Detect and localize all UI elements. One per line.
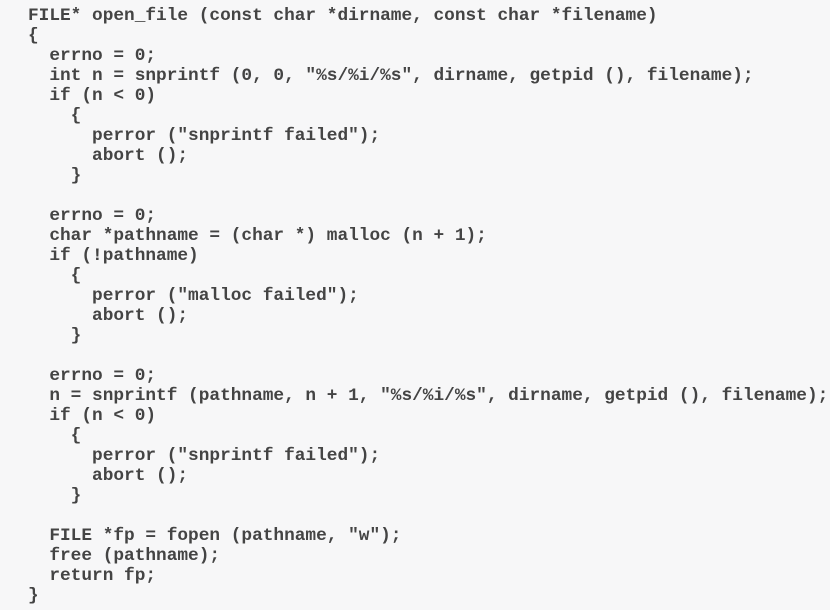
code-line: FILE *fp = fopen (pathname, "w"); bbox=[28, 526, 402, 546]
code-line: perror ("snprintf failed"); bbox=[28, 126, 381, 146]
code-line: { bbox=[28, 426, 82, 446]
code-line: { bbox=[28, 266, 82, 286]
code-line: if (n < 0) bbox=[28, 406, 157, 426]
code-line: } bbox=[28, 166, 82, 186]
code-line: { bbox=[28, 106, 82, 126]
code-line: char *pathname = (char *) malloc (n + 1)… bbox=[28, 226, 487, 246]
code-line: abort (); bbox=[28, 146, 189, 166]
code-line: if (n < 0) bbox=[28, 86, 157, 106]
code-line: abort (); bbox=[28, 466, 189, 486]
code-line: } bbox=[28, 326, 82, 346]
code-line: if (!pathname) bbox=[28, 246, 199, 266]
code-listing: FILE* open_file (const char *dirname, co… bbox=[0, 0, 830, 610]
code-line: abort (); bbox=[28, 306, 189, 326]
code-line: perror ("malloc failed"); bbox=[28, 286, 359, 306]
code-line: return fp; bbox=[28, 566, 157, 586]
code-line: errno = 0; bbox=[28, 366, 157, 386]
code-line: errno = 0; bbox=[28, 206, 157, 226]
code-line: { bbox=[28, 26, 39, 46]
code-line: free (pathname); bbox=[28, 546, 221, 566]
code-line: } bbox=[28, 486, 82, 506]
code-line: errno = 0; bbox=[28, 46, 157, 66]
code-line: perror ("snprintf failed"); bbox=[28, 446, 381, 466]
code-line: FILE* open_file (const char *dirname, co… bbox=[28, 6, 658, 26]
code-line: } bbox=[28, 586, 39, 606]
code-line: int n = snprintf (0, 0, "%s/%i/%s", dirn… bbox=[28, 66, 754, 86]
code-line: n = snprintf (pathname, n + 1, "%s/%i/%s… bbox=[28, 386, 829, 406]
